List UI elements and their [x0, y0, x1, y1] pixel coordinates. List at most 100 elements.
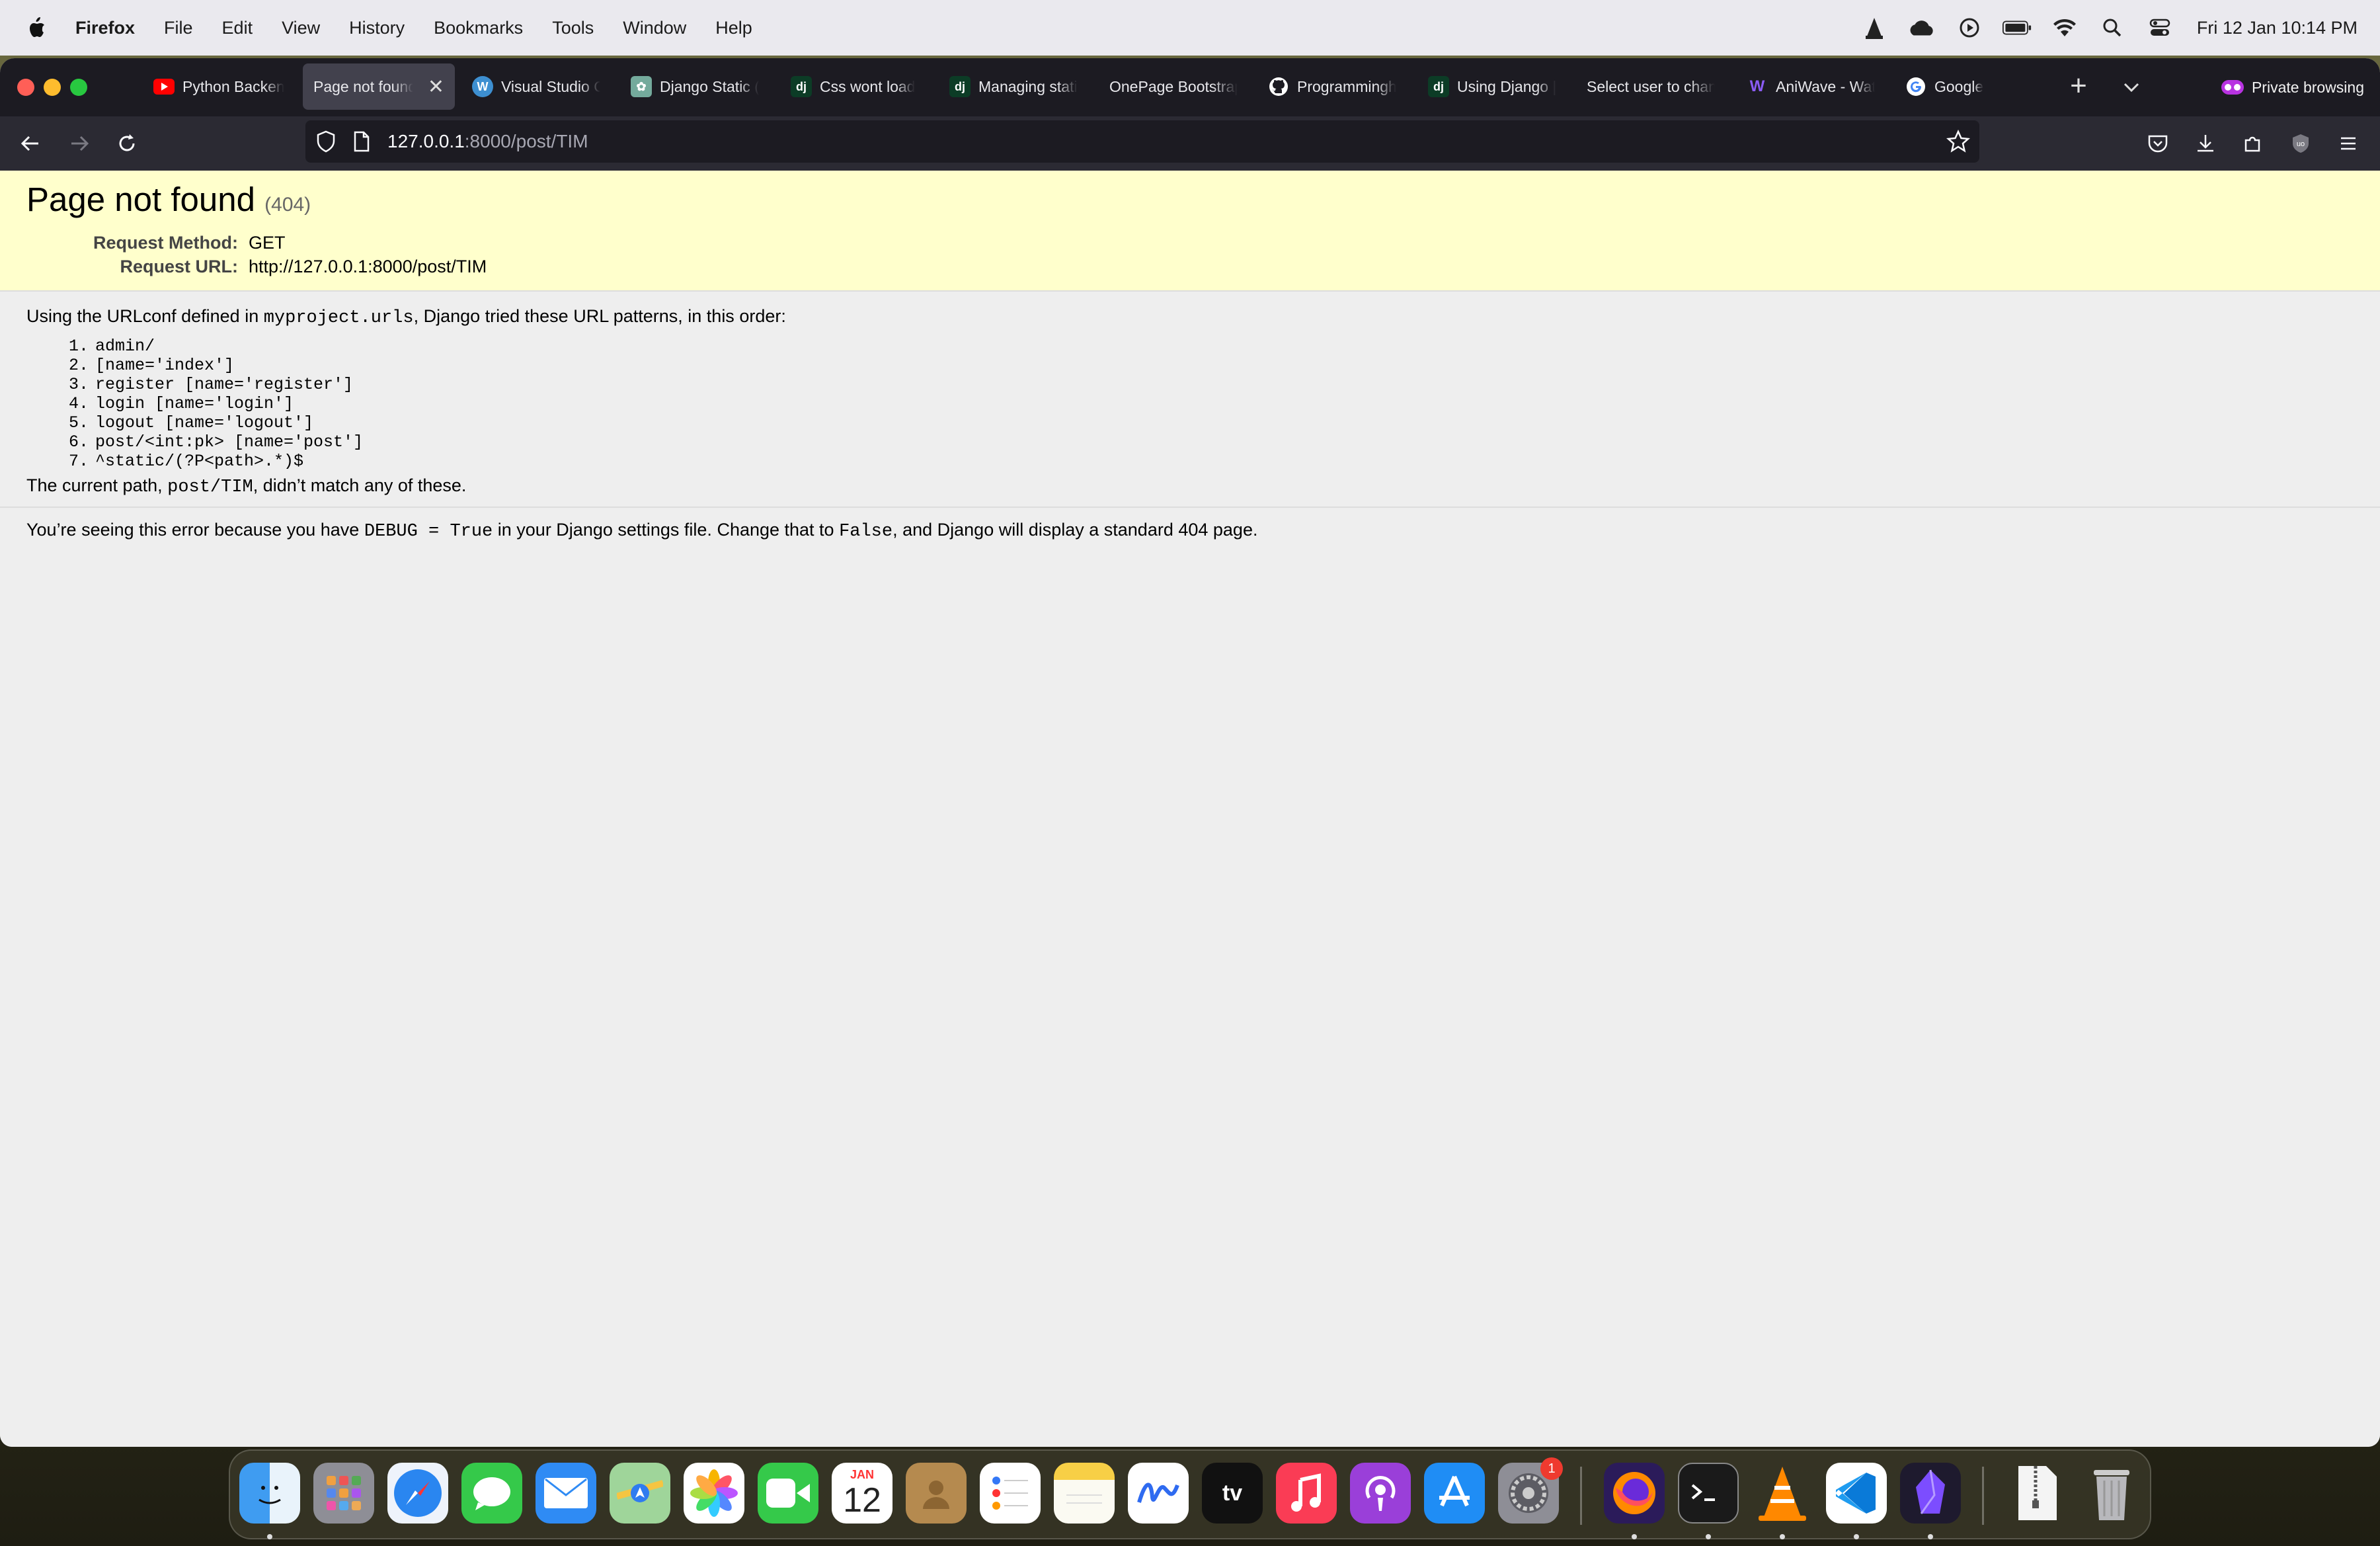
tab-onepage-bootstrap[interactable]: OnePage Bootstrap [1099, 63, 1248, 110]
control-center-icon[interactable] [2145, 16, 2174, 40]
list-item: 1. admin/ [68, 337, 155, 356]
tab-label: AniWave - Wat [1776, 77, 1875, 95]
system-settings-icon[interactable]: 1 [1498, 1457, 1563, 1524]
menu-window[interactable]: Window [623, 18, 686, 38]
forward-arrow-icon [71, 136, 89, 151]
debug-message: You’re seeing this error because you hav… [26, 520, 1258, 542]
forward-button[interactable] [63, 128, 95, 159]
menu-history[interactable]: History [349, 18, 405, 38]
tab-css-wont-load[interactable]: dj Css wont load [780, 63, 930, 110]
menu-firefox[interactable]: Firefox [75, 18, 135, 38]
firefox-icon[interactable] [1604, 1463, 1665, 1524]
tab-google[interactable]: Google [1895, 63, 2044, 110]
url-text[interactable]: 127.0.0.1:8000/post/TIM [387, 131, 588, 152]
mail-icon[interactable] [536, 1463, 596, 1524]
wordpress-icon: W [472, 76, 493, 97]
window-close-button[interactable] [17, 79, 34, 96]
tab-aniwave[interactable]: W AniWave - Wat [1736, 63, 1885, 110]
menu-bookmarks[interactable]: Bookmarks [434, 18, 523, 38]
apple-menu-icon[interactable] [26, 16, 46, 40]
download-icon [2198, 135, 2213, 152]
youtube-icon [153, 76, 175, 97]
safari-icon[interactable] [387, 1463, 448, 1524]
contacts-icon[interactable] [906, 1463, 967, 1524]
request-url-value: http://127.0.0.1:8000/post/TIM [249, 257, 487, 276]
menu-file[interactable]: File [164, 18, 193, 38]
dock-separator [1580, 1467, 1582, 1525]
menu-help[interactable]: Help [715, 18, 752, 38]
request-method-value: GET [249, 233, 286, 253]
podcasts-icon[interactable] [1350, 1463, 1411, 1524]
url-patterns-list: 1. admin/ 2. [name='index'] 3. register [na… [40, 337, 363, 471]
finder-icon[interactable] [239, 1463, 300, 1524]
tab-label: Python Backen [182, 77, 284, 95]
back-button[interactable] [15, 128, 46, 159]
terminal-icon[interactable] [1678, 1463, 1739, 1524]
running-indicator [1706, 1534, 1711, 1539]
tab-label: Visual Studio C [501, 77, 600, 95]
running-indicator [1854, 1534, 1859, 1539]
pocket-button[interactable] [2142, 128, 2174, 159]
tab-programming[interactable]: Programmingh [1257, 63, 1407, 110]
dock-separator [1982, 1467, 1984, 1525]
django-icon: dj [791, 76, 812, 97]
spotlight-search-icon[interactable] [2098, 16, 2127, 40]
calendar-icon[interactable]: JAN 12 [832, 1463, 892, 1524]
menubar-clock[interactable]: Fri 12 Jan 10:14 PM [2197, 18, 2358, 38]
vlc-status-icon[interactable] [1860, 16, 1889, 40]
menu-tools[interactable]: Tools [552, 18, 594, 38]
battery-icon[interactable] [2002, 16, 2032, 40]
close-tab-icon[interactable]: ✕ [428, 75, 444, 99]
list-item: 2. [name='index'] [68, 356, 235, 375]
appletv-icon[interactable]: tv [1202, 1463, 1263, 1524]
photos-icon[interactable] [684, 1463, 744, 1524]
window-zoom-button[interactable] [70, 79, 87, 96]
running-indicator [1928, 1534, 1933, 1539]
tab-visual-studio[interactable]: W Visual Studio C [461, 63, 611, 110]
list-all-tabs-icon[interactable] [2118, 74, 2145, 101]
messages-icon[interactable] [461, 1463, 522, 1524]
tab-select-user[interactable]: Select user to chan [1576, 63, 1726, 110]
obsidian-icon[interactable] [1900, 1463, 1961, 1524]
tab-managing-static[interactable]: dj Managing stati [939, 63, 1088, 110]
urlconf-intro: Using the URLconf defined in myproject.u… [26, 306, 786, 328]
page-info-icon[interactable] [352, 131, 372, 152]
address-bar[interactable]: 127.0.0.1:8000/post/TIM [305, 120, 1979, 163]
reminders-icon[interactable] [980, 1463, 1041, 1524]
tab-python-backend[interactable]: Python Backen [143, 63, 295, 110]
menu-edit[interactable]: Edit [222, 18, 253, 38]
reload-button[interactable] [111, 128, 143, 159]
maps-icon[interactable] [610, 1463, 670, 1524]
vscode-icon[interactable] [1826, 1463, 1887, 1524]
music-icon[interactable] [1276, 1463, 1337, 1524]
notes-icon[interactable] [1054, 1463, 1115, 1524]
bookmark-star-icon[interactable] [1946, 130, 1970, 153]
ublock-button[interactable]: uo [2285, 128, 2317, 159]
new-tab-button[interactable]: + [2063, 71, 2094, 103]
now-playing-icon[interactable] [1955, 16, 1984, 40]
app-menu-button[interactable] [2332, 128, 2364, 159]
launchpad-icon[interactable] [313, 1463, 374, 1524]
vlc-icon[interactable] [1752, 1463, 1813, 1524]
freeform-icon[interactable] [1128, 1463, 1189, 1524]
downloads-button[interactable] [2190, 128, 2221, 159]
tab-page-not-found[interactable]: Page not found ✕ [303, 63, 455, 110]
tab-label: Page not found [313, 77, 413, 95]
page-content: Page not found (404) Request Method: GET… [0, 171, 2380, 1447]
tab-label: Programmingh [1297, 77, 1396, 95]
appstore-icon[interactable] [1424, 1463, 1485, 1524]
extensions-button[interactable] [2237, 128, 2269, 159]
tab-django-static[interactable]: ✿ Django Static ( [620, 63, 770, 110]
archive-icon[interactable] [2007, 1463, 2068, 1524]
window-minimize-button[interactable] [44, 79, 61, 96]
facetime-icon[interactable] [758, 1463, 818, 1524]
list-item: 4. login [name='login'] [68, 394, 294, 413]
trash-icon[interactable] [2081, 1463, 2142, 1524]
menu-view[interactable]: View [282, 18, 320, 38]
wifi-icon[interactable] [2050, 16, 2079, 40]
tracking-protection-shield-icon[interactable] [315, 130, 337, 153]
cloud-status-icon[interactable] [1907, 16, 1936, 40]
github-icon [1268, 76, 1289, 97]
list-item: 5. logout [name='logout'] [68, 413, 314, 432]
tab-using-django[interactable]: dj Using Django | [1417, 63, 1567, 110]
